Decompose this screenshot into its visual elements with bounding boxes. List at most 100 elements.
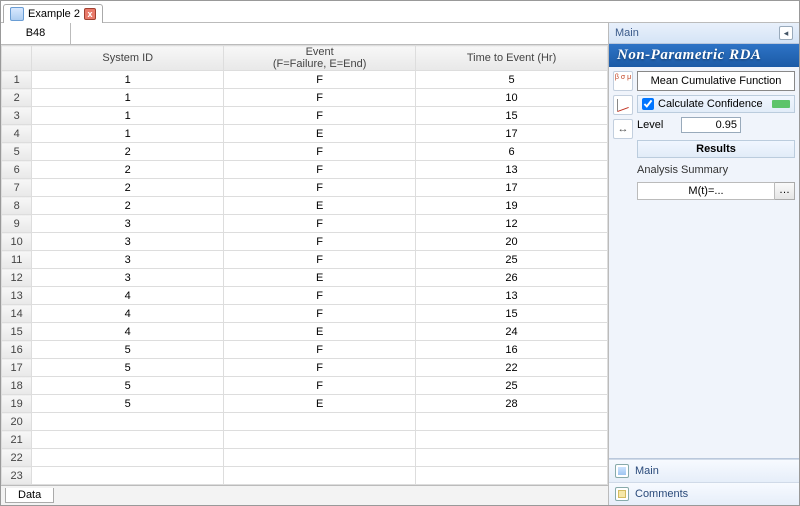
cell[interactable] <box>224 467 416 485</box>
row-header[interactable]: 11 <box>2 251 32 269</box>
cell[interactable] <box>224 431 416 449</box>
cell[interactable]: F <box>224 251 416 269</box>
row-header[interactable]: 17 <box>2 359 32 377</box>
row-header[interactable]: 4 <box>2 125 32 143</box>
cell[interactable]: 28 <box>416 395 608 413</box>
corner-cell[interactable] <box>2 46 32 71</box>
cell[interactable]: 4 <box>32 305 224 323</box>
cell[interactable]: E <box>224 323 416 341</box>
sheet-tab-data[interactable]: Data <box>5 488 54 503</box>
cell[interactable]: 3 <box>32 251 224 269</box>
cell[interactable]: 26 <box>416 269 608 287</box>
cell-reference-box[interactable]: B48 <box>1 23 71 44</box>
row-header[interactable]: 19 <box>2 395 32 413</box>
spreadsheet-grid[interactable]: System ID Event (F=Failure, E=End) Time … <box>1 45 608 485</box>
cell[interactable]: 5 <box>32 377 224 395</box>
cell[interactable] <box>416 413 608 431</box>
row-header[interactable]: 2 <box>2 89 32 107</box>
cell[interactable]: F <box>224 215 416 233</box>
cell[interactable] <box>416 485 608 486</box>
cell[interactable]: E <box>224 269 416 287</box>
row-header[interactable]: 7 <box>2 179 32 197</box>
cell[interactable]: 17 <box>416 179 608 197</box>
cell[interactable]: 25 <box>416 377 608 395</box>
cell[interactable]: 2 <box>32 179 224 197</box>
cell[interactable]: F <box>224 71 416 89</box>
column-header[interactable]: System ID <box>32 46 224 71</box>
cell[interactable] <box>416 431 608 449</box>
cell[interactable]: 5 <box>32 359 224 377</box>
row-header[interactable]: 24 <box>2 485 32 486</box>
cell[interactable]: 17 <box>416 125 608 143</box>
cell[interactable]: F <box>224 107 416 125</box>
row-header[interactable]: 9 <box>2 215 32 233</box>
cell[interactable] <box>224 413 416 431</box>
cell[interactable]: 13 <box>416 287 608 305</box>
cell[interactable]: F <box>224 377 416 395</box>
cell[interactable]: 2 <box>32 161 224 179</box>
calculate-confidence-checkbox[interactable] <box>642 98 654 110</box>
ellipsis-button[interactable]: … <box>775 182 795 200</box>
cell[interactable]: 5 <box>32 341 224 359</box>
cell[interactable]: F <box>224 161 416 179</box>
cell[interactable] <box>32 431 224 449</box>
cell[interactable]: 19 <box>416 197 608 215</box>
row-header[interactable]: 1 <box>2 71 32 89</box>
cell[interactable] <box>32 485 224 486</box>
row-header[interactable]: 22 <box>2 449 32 467</box>
row-header[interactable]: 8 <box>2 197 32 215</box>
row-header[interactable]: 12 <box>2 269 32 287</box>
row-header[interactable]: 14 <box>2 305 32 323</box>
cell[interactable] <box>416 449 608 467</box>
column-header[interactable]: Time to Event (Hr) <box>416 46 608 71</box>
cell[interactable]: 2 <box>32 197 224 215</box>
cell[interactable]: 5 <box>32 395 224 413</box>
cell[interactable]: E <box>224 125 416 143</box>
cell[interactable]: 3 <box>32 233 224 251</box>
cell[interactable] <box>224 485 416 486</box>
formula-input[interactable] <box>71 23 608 44</box>
cell[interactable] <box>224 449 416 467</box>
row-header[interactable]: 6 <box>2 161 32 179</box>
cell[interactable]: 1 <box>32 71 224 89</box>
row-header[interactable]: 18 <box>2 377 32 395</box>
row-header[interactable]: 3 <box>2 107 32 125</box>
cell[interactable]: E <box>224 197 416 215</box>
row-header[interactable]: 15 <box>2 323 32 341</box>
calculate-confidence-row[interactable]: Calculate Confidence <box>637 95 795 113</box>
cell[interactable]: 15 <box>416 107 608 125</box>
plot-icon[interactable] <box>613 95 633 115</box>
accordion-main[interactable]: Main <box>609 459 799 482</box>
cell[interactable]: 20 <box>416 233 608 251</box>
cell[interactable]: 12 <box>416 215 608 233</box>
cell[interactable]: 1 <box>32 125 224 143</box>
row-header[interactable]: 10 <box>2 233 32 251</box>
cell[interactable]: 1 <box>32 89 224 107</box>
cell[interactable]: 4 <box>32 287 224 305</box>
cell[interactable]: 16 <box>416 341 608 359</box>
accordion-comments[interactable]: Comments <box>609 482 799 505</box>
cell[interactable]: 15 <box>416 305 608 323</box>
cell[interactable] <box>32 467 224 485</box>
mcf-button[interactable]: Mean Cumulative Function <box>637 71 795 91</box>
autoscale-icon[interactable] <box>613 119 633 139</box>
cell[interactable]: F <box>224 359 416 377</box>
cell[interactable]: F <box>224 179 416 197</box>
level-input[interactable] <box>681 117 741 133</box>
close-icon[interactable]: x <box>84 8 96 20</box>
cell[interactable]: 10 <box>416 89 608 107</box>
column-header[interactable]: Event (F=Failure, E=End) <box>224 46 416 71</box>
row-header[interactable]: 20 <box>2 413 32 431</box>
cell[interactable]: 24 <box>416 323 608 341</box>
cell[interactable]: F <box>224 143 416 161</box>
cell[interactable]: 6 <box>416 143 608 161</box>
row-header[interactable]: 23 <box>2 467 32 485</box>
cell[interactable]: 25 <box>416 251 608 269</box>
cell[interactable]: 5 <box>416 71 608 89</box>
cell[interactable] <box>416 467 608 485</box>
cell[interactable] <box>32 449 224 467</box>
cell[interactable]: E <box>224 395 416 413</box>
cell[interactable]: 22 <box>416 359 608 377</box>
collapse-icon[interactable]: ◂ <box>779 26 793 40</box>
row-header[interactable]: 13 <box>2 287 32 305</box>
